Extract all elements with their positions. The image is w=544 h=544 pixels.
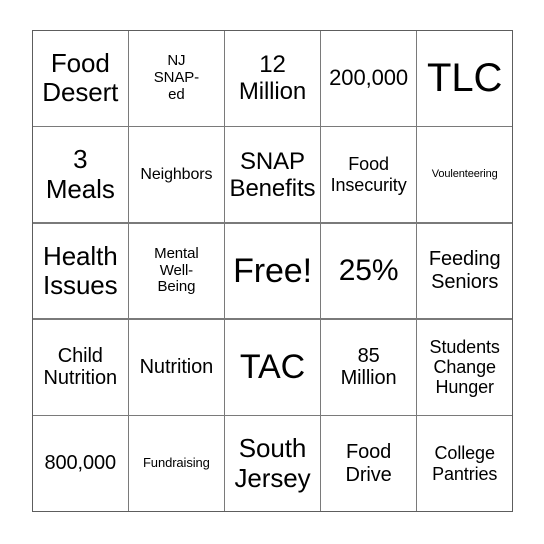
- bingo-cell-label: Neighbors: [140, 165, 213, 183]
- bingo-cell-r4-c2[interactable]: Nutrition: [129, 319, 224, 415]
- bingo-cell-r4-c4[interactable]: 85 Million: [321, 319, 416, 415]
- bingo-cell-label: Free!: [233, 251, 312, 290]
- bingo-cell-label: TLC: [427, 55, 503, 100]
- bingo-cell-r5-c4[interactable]: Food Drive: [321, 416, 416, 511]
- bingo-cell-r2-c2[interactable]: Neighbors: [129, 127, 224, 223]
- bingo-cell-label: Students Change Hunger: [429, 336, 500, 398]
- bingo-cell-r2-c1[interactable]: 3 Meals: [33, 127, 128, 223]
- bingo-cell-r3-c1[interactable]: Health Issues: [33, 223, 128, 319]
- bingo-cell-label: 25%: [338, 254, 399, 288]
- bingo-cell-r4-c1[interactable]: Child Nutrition: [33, 319, 128, 415]
- bingo-cell-label: SNAP Benefits: [229, 147, 316, 202]
- bingo-cell-r1-c2[interactable]: NJ SNAP- ed: [129, 31, 224, 126]
- bingo-cell-label: College Pantries: [432, 443, 498, 484]
- bingo-cell-r1-c4[interactable]: 200,000: [321, 31, 416, 126]
- bingo-cell-label: Health Issues: [43, 240, 118, 300]
- bingo-card-grid: Food Desert NJ SNAP- ed 12 Million 200,000 T…: [32, 30, 513, 512]
- bingo-cell-label: Nutrition: [139, 355, 214, 378]
- bingo-cell-r2-c4[interactable]: Food Insecurity: [321, 127, 416, 223]
- bingo-cell-label: South Jersey: [234, 433, 311, 493]
- bingo-cell-label: Fundraising: [142, 455, 210, 471]
- bingo-cell-r3-c5[interactable]: Feeding Seniors: [417, 223, 512, 319]
- bingo-cell-label: Child Nutrition: [43, 344, 118, 390]
- bingo-cell-label: Mental Well- Being: [154, 244, 199, 296]
- bingo-cell-label: 12 Million: [238, 51, 307, 106]
- bingo-cell-r2-c3[interactable]: SNAP Benefits: [225, 127, 320, 223]
- bingo-cell-r3-c2[interactable]: Mental Well- Being: [129, 223, 224, 319]
- bingo-cell-label: Feeding Seniors: [428, 248, 501, 293]
- bingo-cell-label: Food Desert: [42, 48, 119, 108]
- bingo-cell-r5-c2[interactable]: Fundraising: [129, 416, 224, 511]
- bingo-cell-r5-c3[interactable]: South Jersey: [225, 416, 320, 511]
- bingo-cell-label: NJ SNAP- ed: [153, 51, 200, 103]
- bingo-cell-r5-c5[interactable]: College Pantries: [417, 416, 512, 511]
- bingo-cell-r4-c5[interactable]: Students Change Hunger: [417, 319, 512, 415]
- bingo-cell-label: 3 Meals: [45, 144, 115, 204]
- bingo-cell-label: 85 Million: [340, 344, 397, 390]
- bingo-cell-r4-c3[interactable]: TAC: [225, 319, 320, 415]
- bingo-cell-r1-c1[interactable]: Food Desert: [33, 31, 128, 126]
- bingo-cell-r2-c5[interactable]: Voulenteering: [417, 127, 512, 223]
- bingo-cell-label: Food Drive: [345, 441, 392, 486]
- bingo-cell-r1-c5[interactable]: TLC: [417, 31, 512, 126]
- bingo-cell-label: TAC: [239, 348, 306, 387]
- bingo-cell-label: 800,000: [44, 452, 117, 475]
- bingo-cell-r5-c1[interactable]: 800,000: [33, 416, 128, 511]
- bingo-cell-r1-c3[interactable]: 12 Million: [225, 31, 320, 126]
- bingo-cell-label: 200,000: [329, 64, 408, 90]
- bingo-cell-label: Food Insecurity: [330, 154, 407, 195]
- bingo-cell-label: Voulenteering: [431, 168, 498, 181]
- bingo-cell-free-space[interactable]: Free!: [225, 223, 320, 319]
- bingo-cell-r3-c4[interactable]: 25%: [321, 223, 416, 319]
